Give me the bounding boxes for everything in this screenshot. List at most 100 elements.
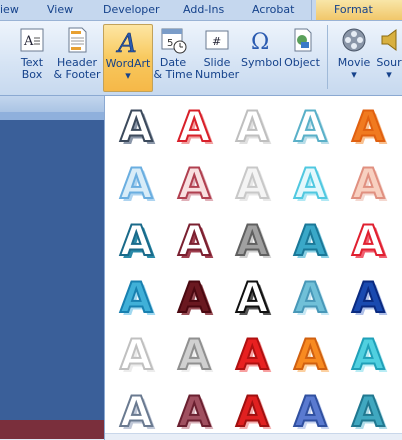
- wordart-style-16[interactable]: AA: [110, 271, 160, 321]
- ribbon: A Text Box Header & Footer A WordArt ▾ 5…: [0, 21, 402, 96]
- wordart-style-26[interactable]: AA: [110, 385, 160, 435]
- wordart-preview-icon: AA: [351, 329, 388, 378]
- wordart-gallery: AAAAAAAAAAAAAAAAAAAAAAAAAAAAAAAAAAAAAAAA…: [104, 95, 402, 440]
- wordart-preview-icon: AA: [293, 158, 330, 207]
- svg-text:A: A: [294, 102, 327, 150]
- wordart-preview-icon: AA: [235, 215, 272, 264]
- wordart-style-11[interactable]: AA: [110, 214, 160, 264]
- svg-text:A: A: [178, 387, 211, 435]
- tab-view[interactable]: View: [47, 3, 73, 16]
- wordart-style-13[interactable]: AA: [226, 214, 276, 264]
- tab-add-ins[interactable]: Add-Ins: [183, 3, 224, 16]
- object-button[interactable]: Object: [283, 24, 321, 90]
- text-box-button[interactable]: A Text Box: [12, 24, 52, 90]
- symbol-label: Symbol: [241, 56, 282, 69]
- wordart-preview-icon: AA: [177, 215, 214, 264]
- symbol-button[interactable]: Ω Symbol: [241, 24, 282, 90]
- tab-format[interactable]: Format: [334, 3, 373, 16]
- wordart-preview-icon: AA: [293, 215, 330, 264]
- slide-number-button[interactable]: # Slide Number: [195, 24, 239, 90]
- wordart-style-3[interactable]: AA: [226, 100, 276, 150]
- wordart-style-12[interactable]: AA: [168, 214, 218, 264]
- wordart-style-25[interactable]: AA: [342, 328, 392, 378]
- omega-icon: Ω: [251, 30, 269, 54]
- wordart-preview-icon: AA: [119, 158, 156, 207]
- movie-button[interactable]: Movie ▾: [334, 24, 374, 90]
- wordart-style-4[interactable]: AA: [284, 100, 334, 150]
- wordart-style-8[interactable]: AA: [226, 157, 276, 207]
- wordart-preview-icon: AA: [119, 101, 156, 150]
- svg-text:A: A: [120, 216, 153, 264]
- wordart-preview-icon: AA: [235, 329, 272, 378]
- svg-text:A: A: [236, 102, 269, 150]
- wordart-style-30[interactable]: AA: [342, 385, 392, 435]
- wordart-style-20[interactable]: AA: [342, 271, 392, 321]
- wordart-style-24[interactable]: AA: [284, 328, 334, 378]
- wordart-preview-icon: AA: [293, 272, 330, 321]
- wordart-preview-icon: AA: [293, 329, 330, 378]
- svg-text:A: A: [120, 330, 153, 378]
- wordart-preview-icon: AA: [235, 101, 272, 150]
- wordart-style-28[interactable]: AA: [226, 385, 276, 435]
- svg-text:A: A: [120, 159, 153, 207]
- wordart-style-22[interactable]: AA: [168, 328, 218, 378]
- svg-text:A: A: [236, 273, 269, 321]
- wordart-style-10[interactable]: AA: [342, 157, 392, 207]
- svg-text:A: A: [352, 159, 385, 207]
- wordart-preview-icon: AA: [177, 386, 214, 435]
- movie-dropdown-arrow[interactable]: ▾: [334, 69, 374, 81]
- wordart-style-9[interactable]: AA: [284, 157, 334, 207]
- svg-text:A: A: [294, 273, 327, 321]
- wordart-style-7[interactable]: AA: [168, 157, 218, 207]
- tab-acrobat[interactable]: Acrobat: [252, 3, 294, 16]
- wordart-preview-icon: AA: [119, 272, 156, 321]
- svg-text:A: A: [120, 273, 153, 321]
- wordart-button[interactable]: A WordArt ▾: [103, 24, 153, 92]
- svg-text:A: A: [352, 387, 385, 435]
- slide-canvas[interactable]: [0, 112, 104, 439]
- text-box-label-2: Box: [21, 68, 43, 81]
- wordart-preview-icon: AA: [177, 158, 214, 207]
- wordart-style-6[interactable]: AA: [110, 157, 160, 207]
- wordart-preview-icon: AA: [119, 329, 156, 378]
- slide-number-icon: #: [205, 30, 229, 50]
- wordart-style-2[interactable]: AA: [168, 100, 218, 150]
- svg-text:A: A: [178, 102, 211, 150]
- wordart-style-17[interactable]: AA: [168, 271, 218, 321]
- sound-dropdown-arrow[interactable]: ▾: [376, 69, 402, 81]
- svg-text:A: A: [178, 216, 211, 264]
- wordart-style-29[interactable]: AA: [284, 385, 334, 435]
- wordart-preview-icon: AA: [177, 329, 214, 378]
- svg-text:A: A: [23, 34, 34, 49]
- svg-text:A: A: [120, 102, 153, 150]
- header-footer-button[interactable]: Header & Footer: [52, 24, 102, 90]
- wordart-preview-icon: AA: [177, 101, 214, 150]
- svg-text:A: A: [294, 330, 327, 378]
- wordart-style-21[interactable]: AA: [110, 328, 160, 378]
- text-box-icon: A: [20, 28, 44, 52]
- wordart-preview-icon: AA: [119, 386, 156, 435]
- slide-number-label-2: Number: [195, 68, 240, 81]
- wordart-dropdown-arrow[interactable]: ▾: [104, 70, 152, 82]
- svg-text:A: A: [352, 273, 385, 321]
- film-reel-icon: [342, 28, 366, 52]
- svg-text:A: A: [352, 102, 385, 150]
- wordart-preview-icon: AA: [235, 158, 272, 207]
- tab-review[interactable]: iew: [0, 3, 19, 16]
- wordart-preview-icon: AA: [119, 215, 156, 264]
- date-time-button[interactable]: 5 Date & Time: [153, 24, 193, 90]
- wordart-style-14[interactable]: AA: [284, 214, 334, 264]
- wordart-style-5[interactable]: AA: [342, 100, 392, 150]
- wordart-style-18[interactable]: AA: [226, 271, 276, 321]
- wordart-style-19[interactable]: AA: [284, 271, 334, 321]
- svg-text:A: A: [116, 29, 137, 55]
- svg-text:5: 5: [167, 38, 173, 49]
- object-label: Object: [284, 56, 320, 69]
- sound-button[interactable]: Sour ▾: [376, 24, 402, 90]
- wordart-style-23[interactable]: AA: [226, 328, 276, 378]
- wordart-style-1[interactable]: AA: [110, 100, 160, 150]
- wordart-style-27[interactable]: AA: [168, 385, 218, 435]
- date-time-label-2: & Time: [153, 68, 193, 81]
- wordart-style-15[interactable]: AA: [342, 214, 392, 264]
- tab-developer[interactable]: Developer: [103, 3, 160, 16]
